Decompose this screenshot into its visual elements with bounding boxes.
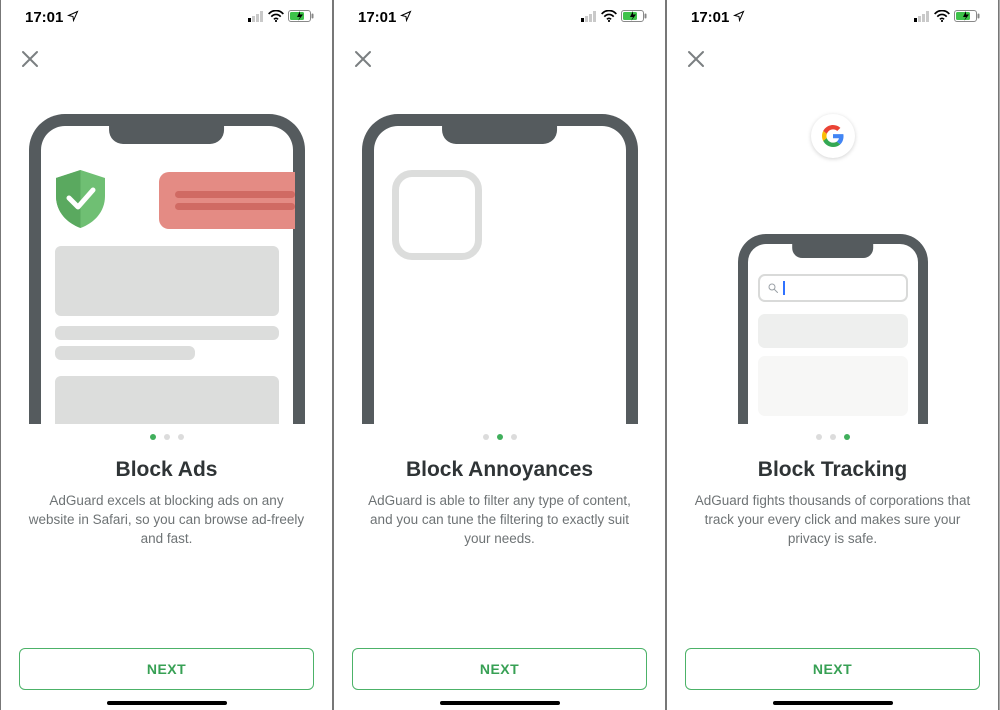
- page-dot: [483, 434, 489, 440]
- wifi-icon: [601, 9, 617, 26]
- search-field-icon: [758, 274, 908, 302]
- next-button[interactable]: NEXT: [19, 648, 314, 690]
- page-dot: [511, 434, 517, 440]
- wifi-icon: [934, 9, 950, 26]
- page-indicator: [1, 434, 332, 440]
- onboarding-title: Block Ads: [21, 458, 312, 482]
- shield-check-icon: [53, 168, 108, 235]
- page-indicator: [667, 434, 998, 440]
- status-bar: 17:01: [334, 0, 665, 34]
- page-dot: [830, 434, 836, 440]
- home-indicator[interactable]: [440, 701, 560, 705]
- ad-banner-icon: [159, 172, 295, 229]
- onboarding-screen-1: 17:01: [0, 0, 333, 710]
- wifi-icon: [268, 9, 284, 26]
- page-dot: [150, 434, 156, 440]
- next-button-label: NEXT: [480, 661, 519, 677]
- onboarding-title: Block Tracking: [687, 458, 978, 482]
- cellular-icon: [248, 9, 264, 26]
- popup-outline-icon: [392, 170, 482, 260]
- onboarding-description: AdGuard excels at blocking ads on any we…: [25, 492, 308, 549]
- status-bar: 17:01: [1, 0, 332, 34]
- google-logo-icon: [811, 114, 855, 158]
- battery-icon: [954, 9, 980, 26]
- location-icon: [733, 9, 745, 26]
- location-icon: [400, 9, 412, 26]
- page-dot: [816, 434, 822, 440]
- onboarding-title: Block Annoyances: [354, 458, 645, 482]
- onboarding-description: AdGuard fights thousands of corporations…: [691, 492, 974, 549]
- cellular-icon: [581, 9, 597, 26]
- status-time: 17:01: [358, 9, 396, 26]
- onboarding-description: AdGuard is able to filter any type of co…: [358, 492, 641, 549]
- status-time: 17:01: [691, 9, 729, 26]
- next-button-label: NEXT: [147, 661, 186, 677]
- status-time: 17:01: [25, 9, 63, 26]
- onboarding-screen-3: 17:01: [666, 0, 999, 710]
- page-indicator: [334, 434, 665, 440]
- home-indicator[interactable]: [107, 701, 227, 705]
- page-dot: [178, 434, 184, 440]
- battery-icon: [288, 9, 314, 26]
- page-dot: [164, 434, 170, 440]
- onboarding-screen-2: 17:01 Block Annoyances: [333, 0, 666, 710]
- battery-icon: [621, 9, 647, 26]
- illustration-block-ads: [1, 34, 332, 424]
- magnifier-icon: [767, 282, 779, 294]
- page-dot: [844, 434, 850, 440]
- status-bar: 17:01: [667, 0, 998, 34]
- page-dot: [497, 434, 503, 440]
- illustration-block-tracking: [667, 34, 998, 424]
- home-indicator[interactable]: [773, 701, 893, 705]
- illustration-block-annoyances: [334, 34, 665, 424]
- next-button[interactable]: NEXT: [685, 648, 980, 690]
- next-button[interactable]: NEXT: [352, 648, 647, 690]
- cellular-icon: [914, 9, 930, 26]
- location-icon: [67, 9, 79, 26]
- next-button-label: NEXT: [813, 661, 852, 677]
